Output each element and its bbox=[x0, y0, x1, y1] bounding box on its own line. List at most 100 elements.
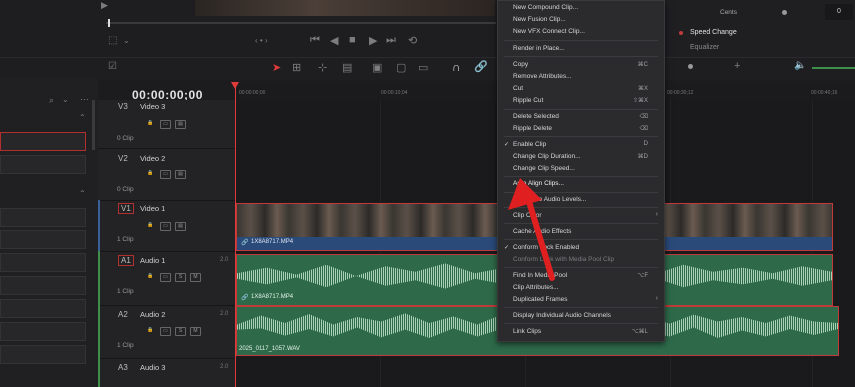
auto-select-icon[interactable]: ▭ bbox=[160, 170, 171, 179]
scrubber-handle[interactable] bbox=[108, 19, 110, 27]
snapping-icon[interactable]: ∩ bbox=[452, 60, 461, 74]
track-header-a1[interactable]: A1 Audio 1 2.0 🔒 ▭ S M 1 Clip bbox=[98, 251, 235, 306]
menu-item-remove-attributes[interactable]: Remove Attributes... bbox=[513, 73, 572, 80]
overwrite-clip-icon[interactable]: ▢ bbox=[396, 61, 406, 74]
ruler-tick-label: 00:00:10;04 bbox=[381, 90, 408, 96]
track-name: Audio 1 bbox=[140, 256, 166, 265]
menu-separator bbox=[504, 40, 658, 41]
enable-track-icon[interactable]: ▤ bbox=[175, 222, 186, 231]
solo-button[interactable]: S bbox=[175, 273, 186, 282]
enable-track-icon[interactable]: ▤ bbox=[175, 170, 186, 179]
chevron-down-icon[interactable]: ⌄ bbox=[62, 95, 69, 104]
play-back-icon[interactable]: ◀ bbox=[330, 34, 338, 47]
chevron-down-icon[interactable]: ⌄ bbox=[123, 36, 130, 45]
crop-icon[interactable]: ⬚ bbox=[108, 35, 117, 46]
search-icon[interactable]: ⌕ bbox=[49, 95, 54, 106]
track-header-v3[interactable]: V3 Video 3 🔒 ▭ ▤ 0 Clip bbox=[98, 100, 235, 149]
insert-clip-icon[interactable]: ▣ bbox=[372, 61, 382, 74]
menu-shortcut: ⌫ bbox=[639, 114, 648, 120]
track-header-v2[interactable]: V2 Video 2 🔒 ▭ ▤ 0 Clip bbox=[98, 148, 235, 201]
speed-change-label[interactable]: Speed Change bbox=[690, 29, 737, 36]
left-panel-item-selected[interactable] bbox=[0, 132, 86, 151]
menu-separator bbox=[504, 56, 658, 57]
menu-item-new-compound-clip[interactable]: New Compound Clip... bbox=[513, 4, 578, 11]
replace-clip-icon[interactable]: ▭ bbox=[418, 61, 428, 74]
track-id: A3 bbox=[118, 363, 128, 372]
volume-slider[interactable] bbox=[812, 67, 855, 69]
menu-item-cut[interactable]: Cut bbox=[513, 85, 523, 92]
cents-value[interactable]: 0 bbox=[825, 4, 853, 20]
menu-item-ripple-cut[interactable]: Ripple Cut bbox=[513, 97, 543, 104]
timeline-view-icon[interactable]: ☑ bbox=[108, 61, 117, 72]
auto-select-icon[interactable]: ▭ bbox=[160, 120, 171, 129]
track-name: Video 2 bbox=[140, 154, 166, 163]
jog-icon[interactable]: ‹ • › bbox=[255, 36, 268, 45]
playhead-handle[interactable] bbox=[231, 82, 239, 89]
play-reverse-icon[interactable]: ▶ bbox=[101, 0, 108, 11]
track-header-a2[interactable]: A2 Audio 2 2.0 🔒 ▭ S M 1 Clip bbox=[98, 305, 235, 359]
dynamic-trim-icon[interactable]: ⊹ bbox=[318, 61, 327, 74]
track-header-v1[interactable]: V1 Video 1 🔒 ▭ ▤ 1 Clip bbox=[98, 200, 235, 252]
left-panel-item[interactable] bbox=[0, 208, 86, 227]
left-panel-item[interactable] bbox=[0, 253, 86, 272]
skip-back-icon[interactable]: ⏮ bbox=[310, 34, 320, 47]
selection-tool-icon[interactable]: ➤ bbox=[272, 61, 281, 74]
ruler-tick-label: 00:00:30;12 bbox=[667, 90, 694, 96]
menu-item-display-individual-audio-channels[interactable]: Display Individual Audio Channels bbox=[513, 312, 611, 319]
mute-button[interactable]: M bbox=[190, 273, 201, 282]
left-panel-item[interactable] bbox=[0, 322, 86, 341]
enable-track-icon[interactable]: ▤ bbox=[175, 120, 186, 129]
equalizer-label[interactable]: Equalizer bbox=[690, 44, 719, 51]
lock-icon[interactable]: 🔒 bbox=[146, 273, 155, 280]
mute-button[interactable]: M bbox=[190, 327, 201, 336]
trim-tool-icon[interactable]: ⊞ bbox=[292, 61, 301, 74]
menu-item-duplicated-frames[interactable]: Duplicated Frames bbox=[513, 296, 568, 303]
menu-item-new-fusion-clip[interactable]: New Fusion Clip... bbox=[513, 16, 566, 23]
lock-icon[interactable]: 🔒 bbox=[146, 222, 155, 229]
viewer-scrubber[interactable] bbox=[106, 22, 496, 24]
zoom-slider-knob[interactable] bbox=[688, 64, 693, 69]
collapse-up-icon[interactable]: ⌃ bbox=[79, 189, 86, 198]
menu-item-link-clips[interactable]: Link Clips bbox=[513, 328, 541, 335]
skip-forward-icon[interactable]: ⏭ bbox=[386, 34, 396, 47]
lock-icon[interactable]: 🔒 bbox=[146, 327, 155, 334]
menu-item-new-vfx-connect-clip[interactable]: New VFX Connect Clip... bbox=[513, 28, 585, 35]
lock-icon[interactable]: 🔒 bbox=[146, 170, 155, 177]
auto-select-icon[interactable]: ▭ bbox=[160, 273, 171, 282]
menu-item-ripple-delete[interactable]: Ripple Delete bbox=[513, 125, 552, 132]
loop-icon[interactable]: ⟲ bbox=[408, 34, 417, 47]
left-panel-item[interactable] bbox=[0, 155, 86, 174]
lock-icon[interactable]: 🔒 bbox=[146, 120, 155, 127]
auto-select-icon[interactable]: ▭ bbox=[160, 222, 171, 231]
menu-item-delete-selected[interactable]: Delete Selected bbox=[513, 113, 559, 120]
left-panel-scrollbar[interactable] bbox=[92, 100, 95, 150]
blade-tool-icon[interactable]: ▤ bbox=[342, 61, 352, 74]
cents-slider-knob[interactable] bbox=[782, 10, 787, 15]
menu-item-render-in-place[interactable]: Render in Place... bbox=[513, 45, 565, 52]
track-clip-count: 1 Clip bbox=[117, 342, 134, 349]
speaker-icon[interactable]: 🔈 bbox=[794, 60, 806, 71]
left-panel-item[interactable] bbox=[0, 299, 86, 318]
track-name: Video 1 bbox=[140, 204, 166, 213]
video-clip-name: 1X8A8717.MP4 bbox=[251, 239, 294, 245]
playhead[interactable] bbox=[235, 84, 236, 387]
menu-item-change-clip-duration[interactable]: Change Clip Duration... bbox=[513, 153, 581, 160]
left-panel-item[interactable] bbox=[0, 345, 86, 364]
more-options-icon[interactable]: ⋯ bbox=[80, 94, 89, 105]
collapse-up-icon[interactable]: ⌃ bbox=[79, 113, 86, 122]
track-clip-count: 0 Clip bbox=[117, 186, 134, 193]
left-panel-item[interactable] bbox=[0, 230, 86, 249]
track-volume: 2.0 bbox=[220, 364, 229, 370]
menu-item-enable-clip[interactable]: Enable Clip bbox=[513, 141, 546, 148]
annotation-arrow-icon bbox=[508, 178, 555, 281]
menu-separator bbox=[504, 136, 658, 137]
zoom-in-icon[interactable]: + bbox=[734, 60, 740, 72]
solo-button[interactable]: S bbox=[175, 327, 186, 336]
auto-select-icon[interactable]: ▭ bbox=[160, 327, 171, 336]
left-panel-item[interactable] bbox=[0, 276, 86, 295]
track-header-a3[interactable]: A3 Audio 3 2.0 bbox=[98, 358, 235, 387]
menu-item-copy[interactable]: Copy bbox=[513, 61, 528, 68]
link-icon[interactable]: 🔗 bbox=[474, 60, 488, 73]
play-icon[interactable]: ▶ bbox=[369, 34, 377, 47]
stop-icon[interactable]: ■ bbox=[349, 34, 356, 46]
